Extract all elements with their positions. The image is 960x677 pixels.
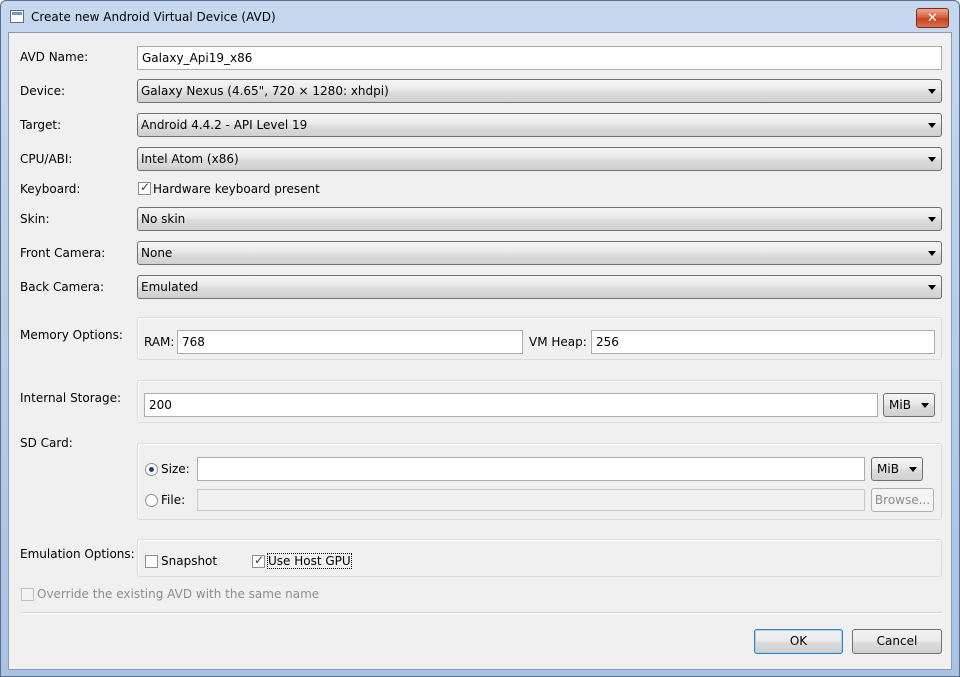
close-button[interactable]: ✕	[916, 8, 949, 28]
sd-file-input	[197, 489, 865, 511]
chevron-down-icon	[928, 217, 936, 222]
chevron-down-icon	[928, 89, 936, 94]
vm-heap-input[interactable]: 256	[591, 330, 935, 354]
dialog-content: AVD Name: Galaxy_Api19_x86 Device: Galax…	[8, 32, 952, 670]
back-camera-select-value: Emulated	[141, 280, 199, 294]
internal-storage-label: Internal Storage:	[20, 391, 122, 405]
sd-size-label[interactable]: Size:	[161, 462, 190, 476]
target-select[interactable]: Android 4.4.2 - API Level 19	[137, 113, 942, 137]
window-icon	[10, 10, 24, 23]
hardware-keyboard-label[interactable]: Hardware keyboard present	[153, 182, 320, 196]
internal-storage-unit-value: MiB	[889, 398, 911, 412]
use-host-gpu-checkbox[interactable]	[252, 553, 265, 568]
chevron-down-icon	[909, 467, 917, 472]
chevron-down-icon	[928, 251, 936, 256]
target-label: Target:	[20, 118, 62, 132]
snapshot-label[interactable]: Snapshot	[161, 554, 217, 568]
device-select-value: Galaxy Nexus (4.65", 720 × 1280: xhdpi)	[141, 84, 389, 98]
device-label: Device:	[20, 84, 66, 98]
internal-storage-input[interactable]: 200	[144, 393, 878, 417]
cpu-abi-select[interactable]: Intel Atom (x86)	[137, 147, 942, 171]
avd-name-input[interactable]: Galaxy_Api19_x86	[137, 46, 942, 70]
skin-select[interactable]: No skin	[137, 207, 942, 231]
sd-size-radio[interactable]	[145, 463, 158, 476]
ok-button[interactable]: OK	[754, 629, 843, 654]
cpu-abi-label: CPU/ABI:	[20, 152, 73, 166]
override-avd-label: Override the existing AVD with the same …	[37, 587, 320, 601]
avd-dialog-window: Create new Android Virtual Device (AVD) …	[0, 0, 960, 677]
keyboard-label: Keyboard:	[20, 182, 81, 196]
front-camera-select[interactable]: None	[137, 241, 942, 265]
chevron-down-icon	[928, 123, 936, 128]
front-camera-select-value: None	[141, 246, 173, 260]
back-camera-label: Back Camera:	[20, 280, 105, 294]
emulation-options-label: Emulation Options:	[20, 547, 135, 561]
title-bar[interactable]: Create new Android Virtual Device (AVD) …	[1, 1, 959, 31]
target-select-value: Android 4.4.2 - API Level 19	[141, 118, 308, 132]
ram-label: RAM:	[144, 335, 175, 349]
footer-divider	[20, 612, 942, 614]
sd-card-label: SD Card:	[20, 436, 73, 450]
memory-options-label: Memory Options:	[20, 328, 123, 342]
chevron-down-icon	[921, 403, 929, 408]
sd-file-label[interactable]: File:	[161, 493, 185, 507]
cpu-abi-select-value: Intel Atom (x86)	[141, 152, 239, 166]
hardware-keyboard-checkbox[interactable]	[138, 180, 151, 195]
skin-label: Skin:	[20, 212, 50, 226]
internal-storage-unit-select[interactable]: MiB	[883, 393, 935, 417]
override-avd-checkbox	[21, 588, 34, 601]
vm-heap-label: VM Heap:	[529, 335, 587, 349]
back-camera-select[interactable]: Emulated	[137, 275, 942, 299]
use-host-gpu-label[interactable]: Use Host GPU	[267, 553, 352, 569]
snapshot-checkbox[interactable]	[145, 555, 158, 568]
ram-input[interactable]: 768	[177, 330, 523, 354]
chevron-down-icon	[928, 285, 936, 290]
avd-name-label: AVD Name:	[20, 50, 89, 64]
sd-size-unit-value: MiB	[877, 462, 899, 476]
browse-button: Browse...	[871, 488, 934, 512]
sd-file-radio[interactable]	[145, 494, 158, 507]
skin-select-value: No skin	[141, 212, 186, 226]
chevron-down-icon	[928, 157, 936, 162]
front-camera-label: Front Camera:	[20, 246, 106, 260]
device-select[interactable]: Galaxy Nexus (4.65", 720 × 1280: xhdpi)	[137, 79, 942, 103]
window-title: Create new Android Virtual Device (AVD)	[31, 10, 276, 24]
sd-size-unit-select[interactable]: MiB	[871, 457, 923, 481]
cancel-button[interactable]: Cancel	[852, 629, 942, 654]
sd-size-input[interactable]	[197, 457, 865, 481]
